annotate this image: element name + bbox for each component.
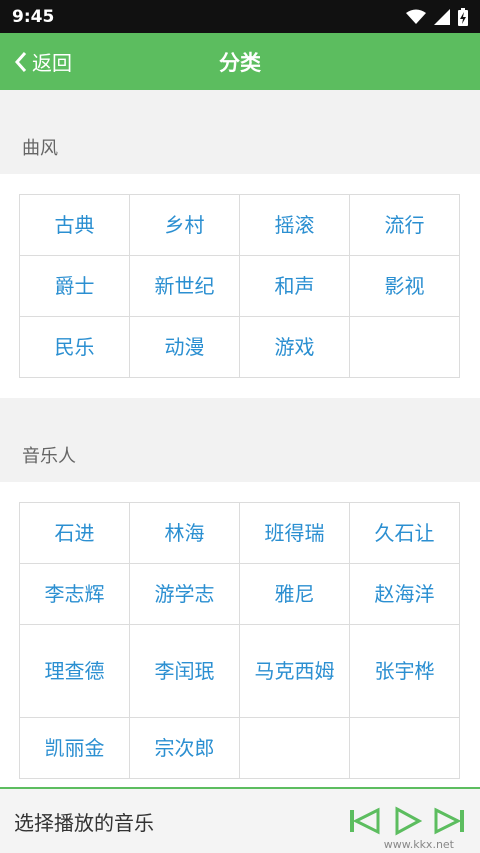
artist-item[interactable]: 宗次郎	[129, 717, 240, 779]
signal-icon	[434, 8, 450, 25]
back-label: 返回	[32, 51, 72, 75]
artist-item[interactable]: 久石让	[349, 502, 460, 564]
artist-item[interactable]: 凯丽金	[19, 717, 130, 779]
section-title-genre: 曲风	[0, 90, 480, 174]
genre-item[interactable]: 爵士	[19, 255, 130, 317]
next-icon[interactable]	[432, 806, 466, 836]
chevron-left-icon	[14, 51, 27, 72]
genre-item[interactable]: 古典	[19, 194, 130, 256]
app-bar: 返回 分类	[0, 33, 480, 90]
section-title-artists: 音乐人	[0, 398, 480, 482]
artist-item[interactable]: 林海	[129, 502, 240, 564]
genre-item[interactable]: 民乐	[19, 316, 130, 378]
artist-item[interactable]: 游学志	[129, 563, 240, 625]
artist-item[interactable]: 理查德	[19, 624, 130, 718]
genre-item[interactable]: 游戏	[239, 316, 350, 378]
player-controls	[348, 806, 466, 836]
battery-charging-icon	[458, 7, 468, 26]
artist-item[interactable]: 石进	[19, 502, 130, 564]
genre-item[interactable]: 影视	[349, 255, 460, 317]
previous-icon[interactable]	[348, 806, 382, 836]
artist-item[interactable]: 李闰珉	[129, 624, 240, 718]
genre-item[interactable]: 和声	[239, 255, 350, 317]
status-icons	[406, 7, 468, 26]
status-time: 9:45	[12, 6, 55, 27]
artist-item[interactable]: 班得瑞	[239, 502, 350, 564]
artist-item[interactable]: 雅尼	[239, 563, 350, 625]
section-artists: 音乐人 石进 林海 班得瑞 久石让 李志辉 游学志 雅尼 赵海洋 理查德 李闰珉…	[0, 398, 480, 799]
artist-item[interactable]: 张宇桦	[349, 624, 460, 718]
genre-grid: 古典 乡村 摇滚 流行 爵士 新世纪 和声 影视 民乐 动漫 游戏	[0, 174, 480, 398]
play-icon[interactable]	[392, 806, 422, 836]
player-bar[interactable]: 选择播放的音乐 www.kkx.net	[0, 787, 480, 853]
page-title: 分类	[219, 50, 261, 75]
genre-item[interactable]: 新世纪	[129, 255, 240, 317]
now-playing-label: 选择播放的音乐	[14, 810, 154, 835]
status-bar: 9:45	[0, 0, 480, 33]
wifi-icon	[406, 9, 426, 24]
empty-cell	[239, 717, 350, 779]
genre-item[interactable]: 摇滚	[239, 194, 350, 256]
artist-item[interactable]: 马克西姆	[239, 624, 350, 718]
genre-item[interactable]: 动漫	[129, 316, 240, 378]
watermark: www.kkx.net	[383, 838, 454, 851]
back-button[interactable]: 返回	[0, 47, 72, 76]
empty-cell	[349, 316, 460, 378]
empty-cell	[349, 717, 460, 779]
section-genre: 曲风 古典 乡村 摇滚 流行 爵士 新世纪 和声 影视 民乐 动漫 游戏	[0, 90, 480, 398]
artist-item[interactable]: 赵海洋	[349, 563, 460, 625]
genre-item[interactable]: 乡村	[129, 194, 240, 256]
artist-item[interactable]: 李志辉	[19, 563, 130, 625]
genre-item[interactable]: 流行	[349, 194, 460, 256]
artist-grid: 石进 林海 班得瑞 久石让 李志辉 游学志 雅尼 赵海洋 理查德 李闰珉 马克西…	[0, 482, 480, 799]
